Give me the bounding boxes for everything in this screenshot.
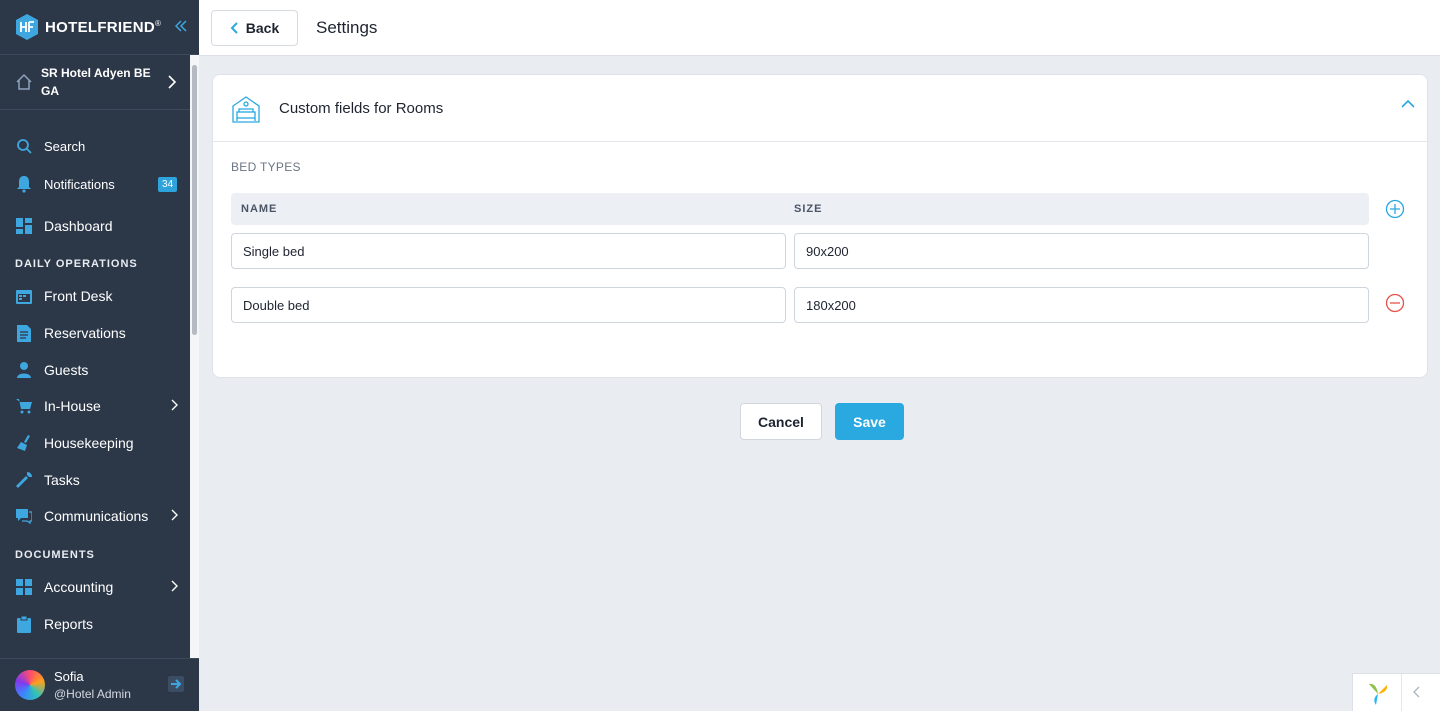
home-icon [16,73,32,90]
widget-divider [1401,674,1402,711]
bed-size-input[interactable] [794,233,1369,269]
room-bed-icon [232,96,260,123]
sidebar-item-label: Notifications [44,176,115,192]
chevron-right-icon [171,509,178,521]
card-title: Custom fields for Rooms [279,100,444,117]
sidebar-item-search[interactable]: Search [0,131,190,161]
accounting-icon [15,578,33,596]
sidebar-item-dashboard[interactable]: Dashboard [0,211,190,241]
widget-logo-icon [1369,683,1388,705]
document-icon [15,324,33,342]
sidebar-item-reports[interactable]: Reports [0,609,190,639]
sidebar-item-label: In-House [44,398,101,414]
clipboard-icon [15,615,33,633]
column-header-size: SIZE [794,203,823,215]
sidebar-item-label: Guests [44,362,89,378]
hotelfriend-logo-icon [16,14,38,40]
sidebar-item-in-house[interactable]: In-House [0,391,190,421]
sidebar-item-label: Housekeeping [44,435,134,451]
chevron-right-icon [171,580,178,592]
user-profile[interactable]: Sofia @Hotel Admin [0,658,199,711]
broom-icon [15,434,33,452]
sidebar-item-label: Reservations [44,325,126,341]
person-icon [15,361,33,379]
sidebar-item-label: Dashboard [44,218,113,234]
dashboard-icon [15,217,33,235]
add-row-icon[interactable] [1385,199,1405,219]
sidebar-item-accounting[interactable]: Accounting [0,572,190,602]
sidebar-item-communications[interactable]: Communications [0,501,190,531]
sidebar-item-front-desk[interactable]: Front Desk [0,281,190,311]
avatar [15,670,45,700]
bell-icon [15,175,33,193]
sidebar-item-label: Communications [44,508,149,524]
helper-widget[interactable] [1352,673,1440,711]
card-header[interactable]: Custom fields for Rooms [213,75,1427,142]
scrollbar-thumb[interactable] [192,65,197,335]
sidebar-item-label: Accounting [44,579,114,595]
custom-fields-card: Custom fields for Rooms BED TYPES NAME S… [212,74,1428,378]
sidebar-item-reservations[interactable]: Reservations [0,318,190,348]
brand-trademark: ® [154,18,161,28]
page-title: Settings [316,18,378,37]
collapse-sidebar-icon[interactable] [174,19,187,36]
bed-types-label: BED TYPES [231,160,301,174]
column-header-name: NAME [241,203,278,215]
brand-bar: HOTELFRIEND ® [0,0,199,55]
page-header: Back Settings [199,0,1440,56]
chevron-left-icon[interactable] [1413,686,1421,698]
sidebar-item-housekeeping[interactable]: Housekeeping [0,428,190,458]
sidebar-item-notifications[interactable]: Notifications 34 [0,169,190,199]
cancel-button[interactable]: Cancel [740,403,822,440]
bed-size-input[interactable] [794,287,1369,323]
sidebar-item-label: Front Desk [44,288,113,304]
brand-name: HOTELFRIEND [45,18,155,36]
hotel-selector[interactable]: SR Hotel Adyen BE GA [0,55,199,110]
sidebar: HOTELFRIEND ® SR Hotel Adyen BE GA Searc… [0,0,199,711]
chat-icon [15,507,33,525]
chevron-right-icon [168,75,177,89]
section-documents: DOCUMENTS [15,549,95,561]
sidebar-scrollbar[interactable] [190,55,199,658]
table-header: NAME SIZE [231,193,1369,225]
cart-icon [15,397,33,415]
chevron-right-icon [171,399,178,411]
bed-name-input[interactable] [231,287,786,323]
chevron-left-icon [230,22,238,34]
search-icon [15,137,33,155]
calendar-icon [15,287,33,305]
save-button[interactable]: Save [835,403,904,440]
sidebar-item-tasks[interactable]: Tasks [0,465,190,495]
back-button[interactable]: Back [211,10,298,46]
section-daily-operations: DAILY OPERATIONS [15,258,138,270]
sidebar-item-guests[interactable]: Guests [0,355,190,385]
chevron-up-icon[interactable] [1401,99,1415,108]
user-role: @Hotel Admin [54,687,131,701]
notifications-count-badge: 34 [158,176,178,192]
hotel-name: SR Hotel Adyen BE GA [41,66,151,98]
user-name: Sofia [54,669,84,684]
remove-row-icon[interactable] [1385,293,1405,313]
sidebar-item-label: Reports [44,616,94,632]
logout-icon[interactable] [168,676,184,692]
bed-name-input[interactable] [231,233,786,269]
wrench-icon [15,471,33,489]
sidebar-item-label: Search [44,138,86,154]
back-label: Back [245,20,280,36]
sidebar-item-label: Tasks [44,472,80,488]
